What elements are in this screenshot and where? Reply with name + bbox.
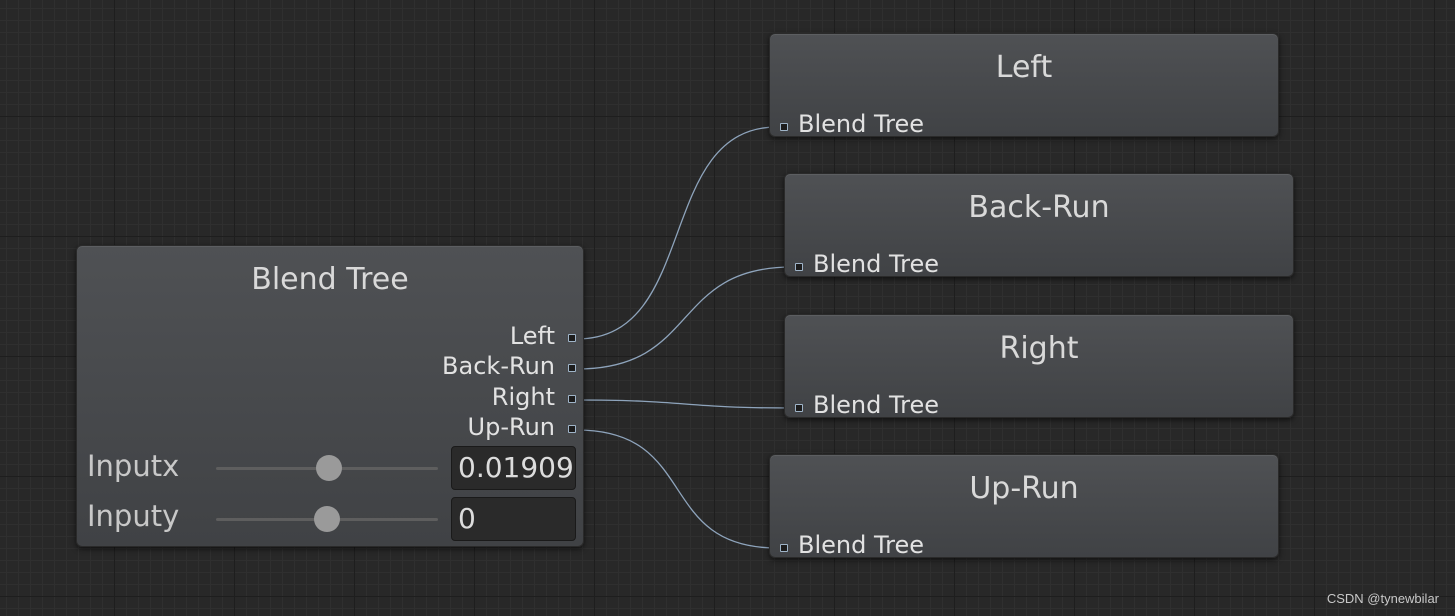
motion-node-back-run[interactable]: Back-Run Blend Tree — [784, 173, 1294, 278]
output-label-left: Left — [509, 322, 555, 350]
output-label-up-run: Up-Run — [467, 413, 555, 441]
output-port-back-run[interactable] — [568, 364, 576, 372]
output-port-right[interactable] — [568, 395, 576, 403]
output-port-left[interactable] — [568, 334, 576, 342]
motion-node-title: Back-Run — [968, 190, 1110, 225]
motion-node-left[interactable]: Left Blend Tree — [769, 33, 1279, 138]
inputy-slider-thumb[interactable] — [314, 506, 340, 532]
inputx-value-field[interactable]: 0.01909 — [451, 446, 576, 490]
input-label: Blend Tree — [813, 391, 939, 419]
input-port-back-run[interactable] — [795, 263, 803, 271]
wire-right — [576, 399, 793, 409]
motion-node-title: Right — [999, 331, 1079, 366]
motion-node-right[interactable]: Right Blend Tree — [784, 314, 1294, 419]
inputx-slider-thumb[interactable] — [316, 455, 343, 481]
input-label: Blend Tree — [813, 250, 939, 278]
output-port-up-run[interactable] — [568, 425, 576, 433]
inputy-slider[interactable] — [216, 506, 438, 532]
motion-node-title: Up-Run — [969, 471, 1079, 506]
blend-tree-node-title: Blend Tree — [251, 262, 409, 297]
inputx-slider[interactable] — [216, 455, 438, 481]
watermark: CSDN @tynewbilar — [1326, 591, 1439, 606]
wire-back-run — [576, 266, 793, 370]
param-label-inputy: Inputy — [87, 499, 180, 533]
input-label: Blend Tree — [798, 531, 924, 559]
blend-tree-node[interactable]: Blend Tree Left Back-Run Right Up-Run In… — [76, 245, 584, 547]
param-label-inputx: Inputx — [87, 449, 180, 483]
input-port-up-run[interactable] — [780, 544, 788, 552]
input-port-left[interactable] — [780, 123, 788, 131]
output-label-right: Right — [491, 383, 555, 411]
wire-left — [576, 126, 778, 340]
input-label: Blend Tree — [798, 110, 924, 138]
motion-node-title: Left — [995, 50, 1053, 85]
input-port-right[interactable] — [795, 404, 803, 412]
output-label-back-run: Back-Run — [442, 352, 555, 380]
inputy-value-field[interactable]: 0 — [451, 497, 576, 541]
wire-up-run — [576, 429, 778, 549]
motion-node-up-run[interactable]: Up-Run Blend Tree — [769, 454, 1279, 559]
